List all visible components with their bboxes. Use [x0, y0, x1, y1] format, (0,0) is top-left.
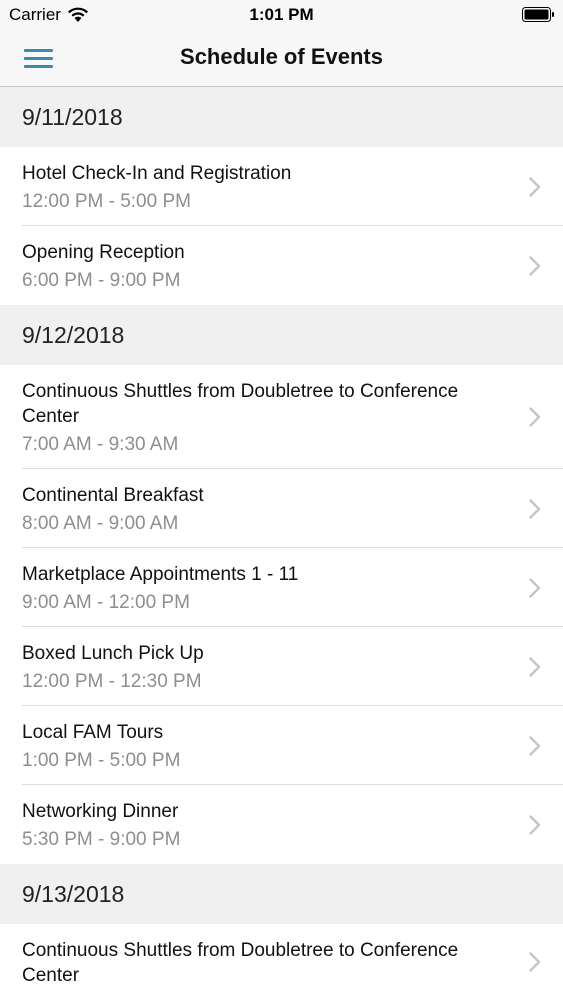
event-time: 1:00 PM - 5:00 PM: [22, 750, 181, 771]
event-row[interactable]: Networking Dinner 5:30 PM - 9:00 PM: [0, 785, 563, 864]
event-title: Opening Reception: [22, 242, 185, 263]
status-bar: Carrier 1:01 PM: [0, 0, 563, 30]
section-header-date: 9/12/2018: [0, 305, 563, 365]
event-title: Continental Breakfast: [22, 485, 204, 506]
section-header-date: 9/11/2018: [0, 87, 563, 147]
navigation-bar: Schedule of Events: [0, 30, 563, 87]
event-time: 6:00 PM - 9:00 PM: [22, 270, 181, 291]
event-row[interactable]: Continuous Shuttles from Doubletree to C…: [0, 924, 563, 1000]
event-row[interactable]: Marketplace Appointments 1 - 11 9:00 AM -…: [0, 548, 563, 627]
status-time: 1:01 PM: [249, 5, 314, 24]
chevron-right-icon: [529, 407, 541, 427]
event-title: Boxed Lunch Pick Up: [22, 643, 204, 664]
event-title: Networking Dinner: [22, 801, 179, 822]
chevron-right-icon: [529, 255, 541, 276]
battery-icon: [522, 7, 554, 22]
event-title: Continuous Shuttles from Doubletree to C…: [22, 381, 459, 427]
event-time: 9:00 AM - 12:00 PM: [22, 592, 190, 613]
event-time: 12:00 PM - 12:30 PM: [22, 671, 202, 692]
event-time: 12:00 PM - 5:00 PM: [22, 191, 191, 212]
event-time: 7:00 AM - 9:30 AM: [22, 434, 179, 455]
event-row[interactable]: Local FAM Tours 1:00 PM - 5:00 PM: [0, 706, 563, 785]
event-row[interactable]: Boxed Lunch Pick Up 12:00 PM - 12:30 PM: [0, 627, 563, 706]
event-row[interactable]: Continuous Shuttles from Doubletree to C…: [0, 365, 563, 469]
chevron-right-icon: [529, 952, 541, 972]
event-title: Hotel Check-In and Registration: [22, 163, 292, 184]
event-time: 8:00 AM - 9:00 AM: [22, 513, 179, 534]
event-row[interactable]: Opening Reception 6:00 PM - 9:00 PM: [0, 226, 563, 305]
event-title: Local FAM Tours: [22, 722, 164, 743]
chevron-right-icon: [529, 577, 541, 598]
chevron-right-icon: [529, 735, 541, 756]
event-time: 5:30 PM - 9:00 PM: [22, 829, 181, 850]
event-title: Continuous Shuttles from Doubletree to C…: [22, 940, 459, 986]
page-title: Schedule of Events: [180, 44, 383, 69]
event-row[interactable]: Hotel Check-In and Registration 12:00 PM …: [0, 147, 563, 226]
event-title: Marketplace Appointments 1 - 11: [22, 564, 299, 585]
section-header-date: 9/13/2018: [0, 864, 563, 924]
chevron-right-icon: [529, 814, 541, 835]
event-row[interactable]: Continental Breakfast 8:00 AM - 9:00 AM: [0, 469, 563, 548]
chevron-right-icon: [529, 176, 541, 197]
chevron-right-icon: [529, 498, 541, 519]
chevron-right-icon: [529, 656, 541, 677]
schedule-list[interactable]: 9/11/2018 Hotel Check-In and Registration…: [0, 87, 563, 1000]
